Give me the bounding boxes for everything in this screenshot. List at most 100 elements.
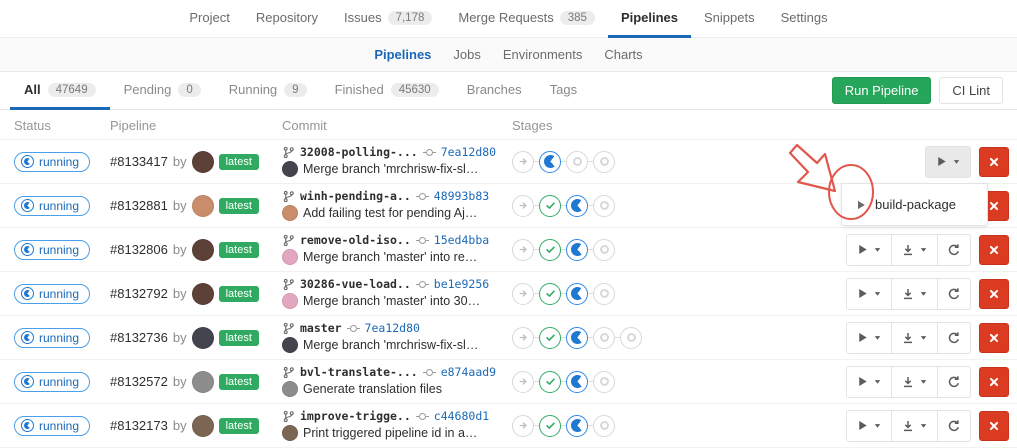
tab-finished[interactable]: Finished45630 bbox=[321, 72, 453, 110]
retry-button[interactable] bbox=[938, 367, 970, 397]
nav-issues[interactable]: Issues7,178 bbox=[331, 0, 445, 38]
stage-icon-created[interactable] bbox=[593, 151, 615, 173]
play-dropdown-button[interactable] bbox=[847, 235, 892, 265]
commit-sha-link[interactable]: be1e9256 bbox=[434, 279, 489, 291]
subnav-pipelines[interactable]: Pipelines bbox=[363, 47, 442, 62]
stage-icon-success[interactable] bbox=[539, 371, 561, 393]
commit-sha-link[interactable]: 15ed4bba bbox=[434, 235, 489, 247]
branch-link[interactable]: master bbox=[300, 323, 342, 335]
pipeline-id-link[interactable]: #8132736 bbox=[110, 330, 168, 345]
subnav-environments[interactable]: Environments bbox=[492, 47, 593, 62]
status-badge[interactable]: running bbox=[14, 328, 90, 348]
stage-icon-success[interactable] bbox=[539, 415, 561, 437]
committer-avatar[interactable] bbox=[282, 293, 298, 309]
stage-icon-running[interactable] bbox=[566, 195, 588, 217]
status-badge[interactable]: running bbox=[14, 196, 90, 216]
cancel-pipeline-button[interactable] bbox=[979, 235, 1009, 265]
stage-icon-success[interactable] bbox=[539, 283, 561, 305]
nav-pipelines[interactable]: Pipelines bbox=[608, 0, 691, 38]
cancel-pipeline-button[interactable] bbox=[979, 147, 1009, 177]
commit-sha-link[interactable]: 7ea12d80 bbox=[365, 323, 420, 335]
committer-avatar[interactable] bbox=[282, 337, 298, 353]
download-dropdown-button[interactable] bbox=[892, 411, 938, 441]
stage-icon-skipped[interactable] bbox=[512, 151, 534, 173]
nav-settings[interactable]: Settings bbox=[768, 0, 841, 38]
tab-branches[interactable]: Branches bbox=[453, 72, 536, 110]
cancel-pipeline-button[interactable] bbox=[979, 367, 1009, 397]
retry-button[interactable] bbox=[938, 235, 970, 265]
stage-icon-running[interactable] bbox=[539, 151, 561, 173]
pipeline-id-link[interactable]: #8132173 bbox=[110, 418, 168, 433]
tab-all[interactable]: All47649 bbox=[10, 72, 110, 110]
stage-icon-created[interactable] bbox=[620, 327, 642, 349]
stage-icon-skipped[interactable] bbox=[512, 415, 534, 437]
branch-link[interactable]: bvl-translate-... bbox=[300, 367, 418, 379]
committer-avatar[interactable] bbox=[282, 205, 298, 221]
commit-sha-link[interactable]: c44680d1 bbox=[434, 411, 489, 423]
branch-link[interactable]: 30286-vue-load.. bbox=[300, 279, 411, 291]
tab-tags[interactable]: Tags bbox=[536, 72, 591, 110]
stage-icon-created[interactable] bbox=[593, 283, 615, 305]
branch-link[interactable]: winh-pending-a.. bbox=[300, 191, 411, 203]
author-avatar[interactable] bbox=[192, 195, 214, 217]
download-dropdown-button[interactable] bbox=[892, 279, 938, 309]
stage-icon-skipped[interactable] bbox=[512, 239, 534, 261]
play-dropdown-button[interactable] bbox=[847, 411, 892, 441]
nav-merge-requests[interactable]: Merge Requests385 bbox=[445, 0, 608, 38]
pipeline-id-link[interactable]: #8132806 bbox=[110, 242, 168, 257]
stage-icon-success[interactable] bbox=[539, 195, 561, 217]
stage-icon-created[interactable] bbox=[593, 415, 615, 437]
download-dropdown-button[interactable] bbox=[892, 367, 938, 397]
nav-snippets[interactable]: Snippets bbox=[691, 0, 768, 38]
ci-lint-button[interactable]: CI Lint bbox=[939, 77, 1003, 104]
play-dropdown-button[interactable] bbox=[847, 323, 892, 353]
branch-link[interactable]: remove-old-iso.. bbox=[300, 235, 411, 247]
stage-icon-skipped[interactable] bbox=[512, 327, 534, 349]
pipeline-id-link[interactable]: #8132572 bbox=[110, 374, 168, 389]
status-badge[interactable]: running bbox=[14, 416, 90, 436]
author-avatar[interactable] bbox=[192, 283, 214, 305]
author-avatar[interactable] bbox=[192, 371, 214, 393]
committer-avatar[interactable] bbox=[282, 425, 298, 441]
committer-avatar[interactable] bbox=[282, 381, 298, 397]
branch-link[interactable]: 32008-polling-... bbox=[300, 147, 418, 159]
stage-icon-skipped[interactable] bbox=[512, 371, 534, 393]
pipeline-id-link[interactable]: #8132792 bbox=[110, 286, 168, 301]
nav-project[interactable]: Project bbox=[176, 0, 242, 38]
commit-sha-link[interactable]: e874aad9 bbox=[441, 367, 496, 379]
retry-button[interactable] bbox=[938, 323, 970, 353]
author-avatar[interactable] bbox=[192, 327, 214, 349]
play-dropdown-button[interactable] bbox=[926, 147, 970, 177]
stage-icon-running[interactable] bbox=[566, 415, 588, 437]
status-badge[interactable]: running bbox=[14, 372, 90, 392]
run-pipeline-button[interactable]: Run Pipeline bbox=[832, 77, 932, 104]
status-badge[interactable]: running bbox=[14, 240, 90, 260]
stage-icon-running[interactable] bbox=[566, 371, 588, 393]
stage-icon-skipped[interactable] bbox=[512, 195, 534, 217]
retry-button[interactable] bbox=[938, 279, 970, 309]
pipeline-id-link[interactable]: #8132881 bbox=[110, 198, 168, 213]
tab-running[interactable]: Running9 bbox=[215, 72, 321, 110]
stage-icon-created[interactable] bbox=[593, 327, 615, 349]
status-badge[interactable]: running bbox=[14, 284, 90, 304]
stage-icon-created[interactable] bbox=[593, 371, 615, 393]
download-dropdown-button[interactable] bbox=[892, 235, 938, 265]
author-avatar[interactable] bbox=[192, 151, 214, 173]
stage-icon-running[interactable] bbox=[566, 239, 588, 261]
stage-icon-running[interactable] bbox=[566, 283, 588, 305]
cancel-pipeline-button[interactable] bbox=[979, 323, 1009, 353]
cancel-pipeline-button[interactable] bbox=[979, 411, 1009, 441]
play-dropdown-button[interactable] bbox=[847, 279, 892, 309]
stage-icon-created[interactable] bbox=[593, 195, 615, 217]
committer-avatar[interactable] bbox=[282, 249, 298, 265]
committer-avatar[interactable] bbox=[282, 161, 298, 177]
nav-repository[interactable]: Repository bbox=[243, 0, 331, 38]
stage-icon-skipped[interactable] bbox=[512, 283, 534, 305]
retry-button[interactable] bbox=[938, 411, 970, 441]
subnav-jobs[interactable]: Jobs bbox=[442, 47, 491, 62]
author-avatar[interactable] bbox=[192, 239, 214, 261]
stage-icon-created[interactable] bbox=[593, 239, 615, 261]
subnav-charts[interactable]: Charts bbox=[593, 47, 653, 62]
commit-sha-link[interactable]: 7ea12d80 bbox=[441, 147, 496, 159]
author-avatar[interactable] bbox=[192, 415, 214, 437]
